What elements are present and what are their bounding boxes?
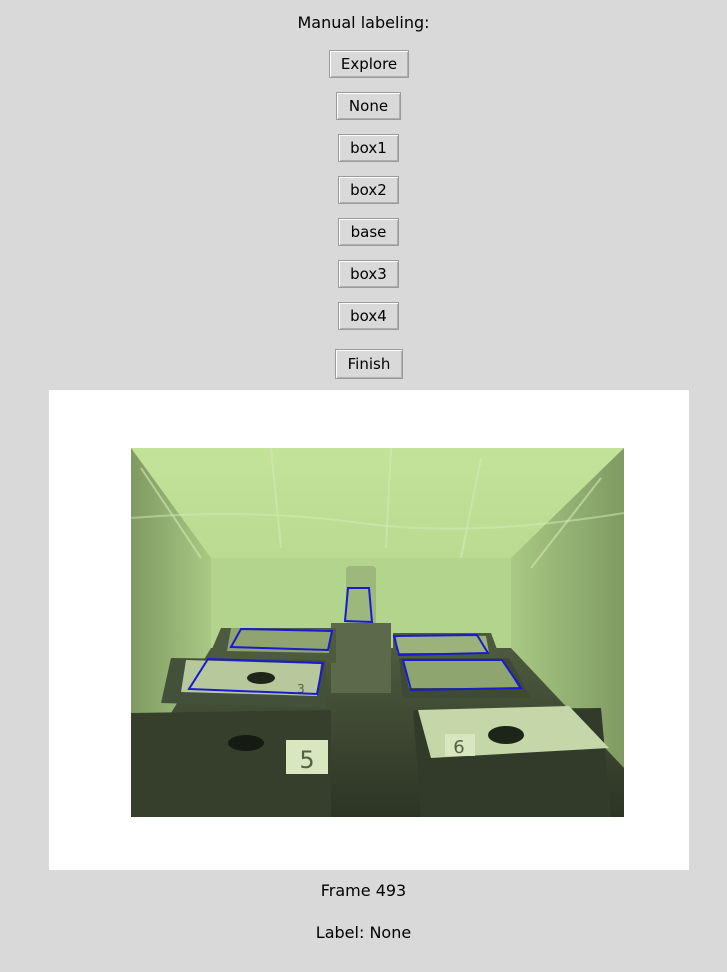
explore-button[interactable]: Explore (329, 50, 409, 78)
none-button[interactable]: None (336, 92, 401, 120)
base-button[interactable]: base (338, 218, 399, 246)
arena-scene: 5 6 3 (131, 448, 624, 817)
center-pillar (331, 623, 391, 693)
video-canvas[interactable]: 5 6 3 (49, 390, 689, 870)
finish-button[interactable]: Finish (335, 349, 403, 379)
hole-front-right (488, 726, 524, 744)
video-frame-image[interactable]: 5 6 3 (131, 448, 624, 817)
box-mid-right-top (403, 660, 519, 688)
tag-6-text: 6 (453, 737, 464, 758)
box-back-right-top (396, 635, 489, 653)
current-label-text: Label: None (315, 923, 412, 942)
manual-labeling-title: Manual labeling: (297, 13, 430, 32)
box4-button[interactable]: box4 (338, 302, 399, 330)
box2-button[interactable]: box2 (338, 176, 399, 204)
tag-5-text: 5 (299, 746, 314, 774)
hole-platform-left (228, 735, 264, 751)
hole-front-left (247, 672, 275, 684)
box3-button[interactable]: box3 (338, 260, 399, 288)
frame-number-text: Frame 493 (320, 881, 407, 900)
box1-button[interactable]: box1 (338, 134, 399, 162)
